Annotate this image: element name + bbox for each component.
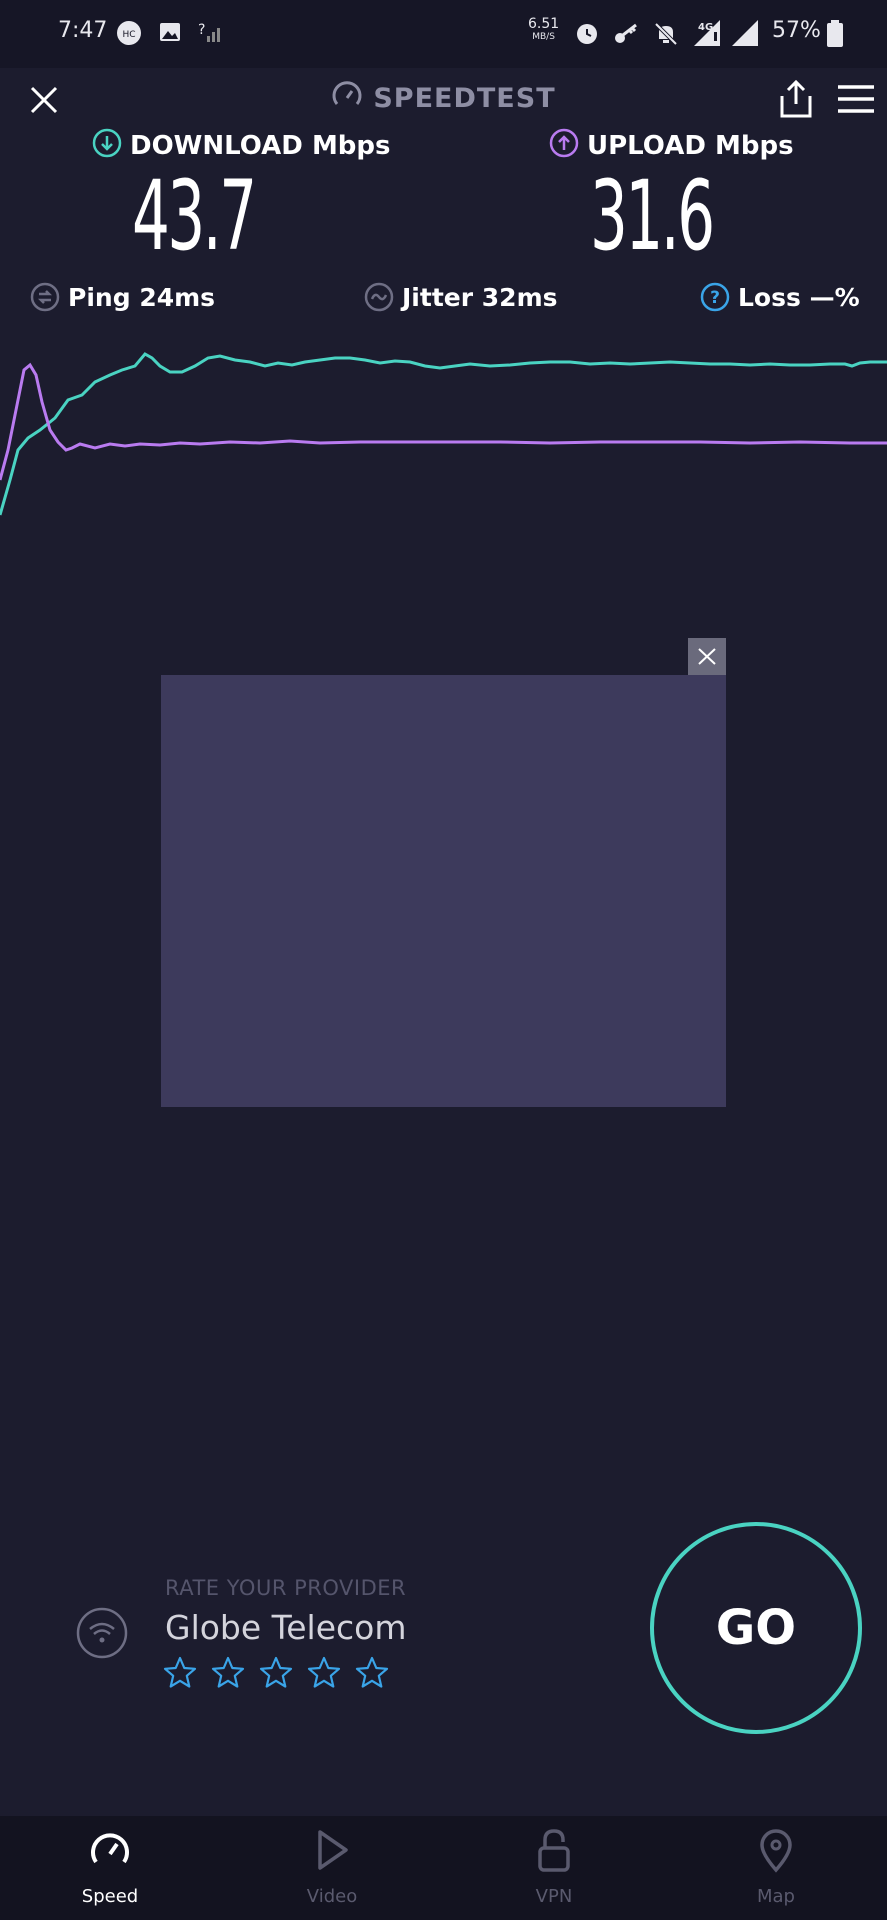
map-pin-icon — [760, 1829, 792, 1873]
alarm-icon — [577, 24, 597, 44]
jitter-icon — [364, 282, 394, 312]
download-arrow-icon — [92, 128, 122, 158]
download-label: DOWNLOAD — [130, 131, 303, 161]
download-speed-line — [0, 352, 887, 516]
ad-placeholder[interactable] — [161, 675, 726, 1107]
ping-label: Ping — [68, 283, 131, 312]
star-icon[interactable] — [258, 1655, 294, 1691]
rate-provider-label: RATE YOUR PROVIDER — [165, 1576, 407, 1600]
nav-label-vpn: VPN — [535, 1886, 573, 1907]
unlock-icon — [538, 1829, 570, 1872]
speedometer-icon — [91, 1833, 129, 1864]
app-title: SPEEDTEST — [0, 80, 887, 114]
star-icon[interactable] — [354, 1655, 390, 1691]
star-icon[interactable] — [162, 1655, 198, 1691]
svg-text:HC: HC — [122, 30, 135, 40]
ping-icon — [30, 282, 60, 312]
vpn-key-icon — [615, 23, 637, 43]
app-title-text: SPEEDTEST — [373, 83, 556, 114]
star-rating — [162, 1655, 402, 1695]
upload-speed-line — [0, 362, 887, 481]
ad-close-button[interactable] — [688, 638, 726, 675]
jitter-value: 32ms — [481, 283, 558, 312]
upload-arrow-icon — [549, 128, 579, 158]
nav-item-video[interactable]: Video — [252, 1816, 412, 1920]
star-icon[interactable] — [306, 1655, 342, 1691]
nav-label-video: Video — [306, 1886, 358, 1907]
battery-icon — [827, 20, 843, 47]
nav-item-speed[interactable]: Speed — [30, 1816, 190, 1920]
share-button[interactable] — [776, 78, 816, 120]
ping-stat: Ping 24ms — [30, 282, 215, 312]
svg-text:?: ? — [710, 288, 720, 308]
download-unit: Mbps — [311, 131, 391, 161]
nav-label-map: Map — [757, 1886, 795, 1907]
mute-bell-icon — [654, 22, 678, 46]
star-icon[interactable] — [210, 1655, 246, 1691]
go-button[interactable]: GO — [650, 1522, 862, 1734]
weak-signal-icon: ? — [198, 22, 220, 42]
network-speed-value: 6.51 — [528, 16, 560, 32]
hc-notification-icon: HC — [117, 21, 141, 45]
upload-header: UPLOAD Mbps — [549, 128, 794, 161]
status-time: 7:47 — [58, 18, 108, 43]
provider-name: Globe Telecom — [165, 1608, 407, 1647]
download-header: DOWNLOAD Mbps — [92, 128, 391, 161]
battery-percent: 57% — [772, 18, 821, 43]
speed-graph — [0, 352, 887, 516]
wifi-signal-icon — [732, 20, 758, 46]
network-speed-indicator: 6.51 MB/S — [528, 16, 560, 44]
svg-text:?: ? — [198, 22, 205, 38]
play-icon — [318, 1830, 348, 1870]
loss-help-icon[interactable]: ? — [700, 282, 730, 312]
upload-unit: Mbps — [714, 131, 794, 161]
network-speed-unit: MB/S — [532, 32, 555, 42]
image-notification-icon — [160, 23, 180, 41]
upload-label: UPLOAD — [587, 131, 706, 161]
nav-label-speed: Speed — [81, 1886, 139, 1907]
go-button-label: GO — [715, 1600, 797, 1656]
upload-speed-value: 31.6 — [590, 160, 715, 272]
menu-button[interactable] — [836, 84, 876, 114]
loss-value: —% — [809, 283, 860, 312]
jitter-stat: Jitter 32ms — [364, 282, 558, 312]
mobile-data-signal-icon: 4G — [694, 20, 720, 46]
bottom-nav: Speed Video VPN Map — [0, 1816, 887, 1920]
speedometer-logo-icon — [332, 81, 362, 105]
status-bar: 7:47 HC ? 6.51 MB/S 4G 57% — [0, 0, 887, 68]
jitter-label: Jitter — [402, 283, 474, 312]
loss-stat: ? Loss —% — [700, 282, 860, 312]
download-speed-value: 43.7 — [132, 160, 257, 272]
nav-item-map[interactable]: Map — [696, 1816, 856, 1920]
ping-value: 24ms — [139, 283, 216, 312]
wifi-icon — [76, 1607, 128, 1659]
nav-item-vpn[interactable]: VPN — [474, 1816, 634, 1920]
loss-label: Loss — [738, 283, 801, 312]
